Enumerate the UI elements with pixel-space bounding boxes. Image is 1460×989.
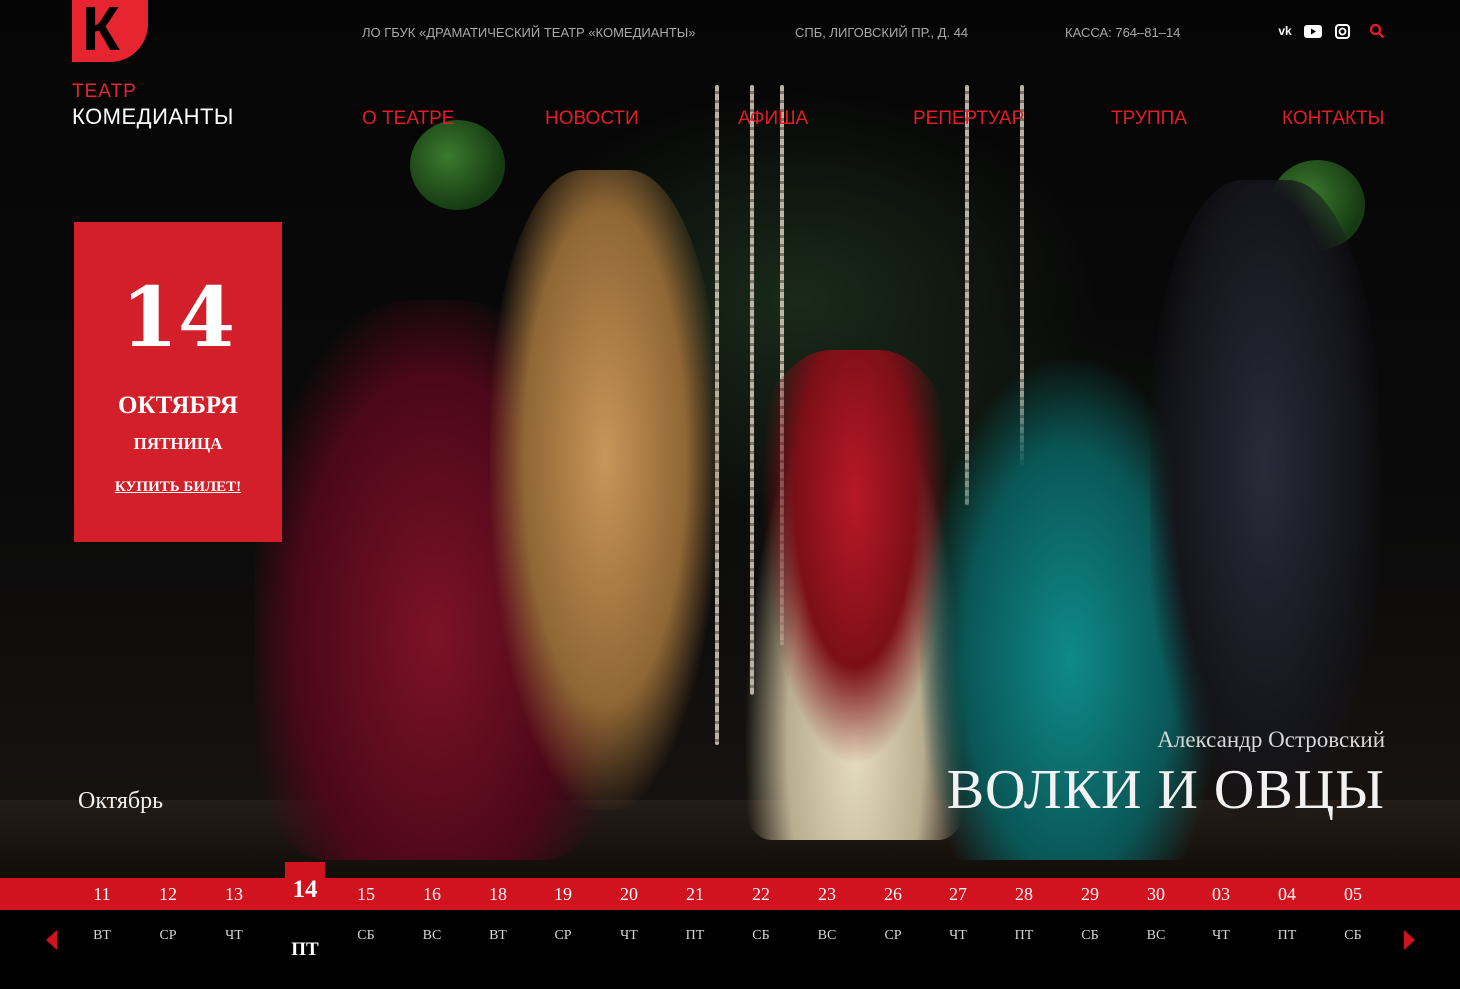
calendar-weekday: ВС xyxy=(1146,928,1166,943)
buy-ticket-link[interactable]: КУПИТЬ БИЛЕТ! xyxy=(115,479,241,495)
nav-poster[interactable]: АФИША xyxy=(738,108,808,130)
calendar-day[interactable]: 19 xyxy=(533,878,593,910)
play-author: Александр Островский xyxy=(1157,727,1385,752)
calendar-next-arrow-icon[interactable] xyxy=(1404,930,1415,950)
calendar-weekday: ЧТ xyxy=(225,928,243,943)
nav-troupe[interactable]: ТРУППА xyxy=(1111,108,1187,130)
calendar-weekday: СР xyxy=(159,928,177,943)
calendar-day[interactable]: 23 xyxy=(797,878,857,910)
nav-repertoire[interactable]: РЕПЕРТУАР xyxy=(913,108,1024,130)
nav-about[interactable]: О ТЕАТРЕ xyxy=(362,108,454,130)
calendar-day[interactable]: 27 xyxy=(928,878,988,910)
calendar-day[interactable]: 29 xyxy=(1060,878,1120,910)
calendar-day[interactable]: 18 xyxy=(468,878,528,910)
calendar-weekday: ВТ xyxy=(93,928,111,943)
calendar-day[interactable]: 22 xyxy=(731,878,791,910)
calendar-weekday: ВС xyxy=(817,928,837,943)
calendar-active-day[interactable]: 14 xyxy=(285,862,325,910)
calendar-weekday: СБ xyxy=(752,928,770,943)
actor-man-beige-suit xyxy=(490,170,720,810)
calendar-day[interactable]: 20 xyxy=(599,878,659,910)
calendar-weekday: СР xyxy=(884,928,902,943)
topiary-bush xyxy=(410,120,505,210)
calendar-active-weekday: ПТ xyxy=(291,939,319,960)
address-text: СПБ, ЛИГОВСКИЙ ПР., Д. 44 xyxy=(795,25,969,40)
calendar-day[interactable]: 13 xyxy=(204,878,264,910)
logo-line-theatre: ТЕАТР xyxy=(72,81,137,102)
calendar-day[interactable]: 26 xyxy=(863,878,923,910)
theatre-logo[interactable]: К ТЕАТР КОМЕДИАНТЫ xyxy=(72,0,272,140)
event-date-card: 14 ОКТЯБРЯ ПЯТНИЦА КУПИТЬ БИЛЕТ! xyxy=(74,222,282,542)
calendar-weekday: ПТ xyxy=(1014,928,1034,943)
nav-contacts[interactable]: КОНТАКТЫ xyxy=(1282,108,1385,130)
calendar-day[interactable]: 30 xyxy=(1126,878,1186,910)
calendar-day[interactable]: 04 xyxy=(1257,878,1317,910)
nav-news[interactable]: НОВОСТИ xyxy=(545,108,639,130)
event-weekday: ПЯТНИЦА xyxy=(133,434,223,453)
calendar-weekday: ЧТ xyxy=(949,928,967,943)
actor-man-dark-suit xyxy=(1150,180,1380,820)
calendar-weekday: СБ xyxy=(1344,928,1362,943)
calendar-day[interactable]: 11 xyxy=(72,878,132,910)
calendar-weekday: ЧТ xyxy=(620,928,638,943)
calendar-weekday: ЧТ xyxy=(1212,928,1230,943)
vk-icon[interactable]: vk xyxy=(1275,21,1295,41)
calendar-weekday: ВС xyxy=(422,928,442,943)
logo-k-mark-icon: К xyxy=(72,0,148,64)
calendar-weekday: ПТ xyxy=(1277,928,1297,943)
calendar-day[interactable]: 15 xyxy=(336,878,396,910)
calendar-day[interactable]: 28 xyxy=(994,878,1054,910)
event-day-number: 14 xyxy=(120,270,236,366)
calendar-day[interactable]: 05 xyxy=(1323,878,1383,910)
current-month-label: Октябрь xyxy=(78,788,164,814)
box-office-phone: КАССА: 764–81–14 xyxy=(1065,25,1181,40)
search-icon[interactable] xyxy=(1367,21,1387,41)
calendar-weekday: ПТ xyxy=(685,928,705,943)
youtube-icon[interactable] xyxy=(1303,21,1323,41)
calendar-prev-arrow-icon[interactable] xyxy=(46,930,57,950)
calendar-weekday: СР xyxy=(554,928,572,943)
org-name: ЛО ГБУК «ДРАМАТИЧЕСКИЙ ТЕАТР «КОМЕДИАНТЫ… xyxy=(362,25,696,40)
calendar-day[interactable]: 16 xyxy=(402,878,462,910)
logo-k-letter: К xyxy=(82,0,120,64)
calendar-active-day-number: 14 xyxy=(292,876,318,903)
calendar-weekday: СБ xyxy=(357,928,375,943)
instagram-icon[interactable] xyxy=(1332,21,1352,41)
play-title[interactable]: ВОЛКИ И ОВЦЫ xyxy=(947,758,1385,822)
calendar-day[interactable]: 12 xyxy=(138,878,198,910)
calendar-weekday: СБ xyxy=(1081,928,1099,943)
calendar-day[interactable]: 21 xyxy=(665,878,725,910)
logo-line-name: КОМЕДИАНТЫ xyxy=(72,104,234,129)
calendar-weekday: ВТ xyxy=(489,928,507,943)
event-month: ОКТЯБРЯ xyxy=(118,392,238,419)
calendar-day[interactable]: 03 xyxy=(1191,878,1251,910)
